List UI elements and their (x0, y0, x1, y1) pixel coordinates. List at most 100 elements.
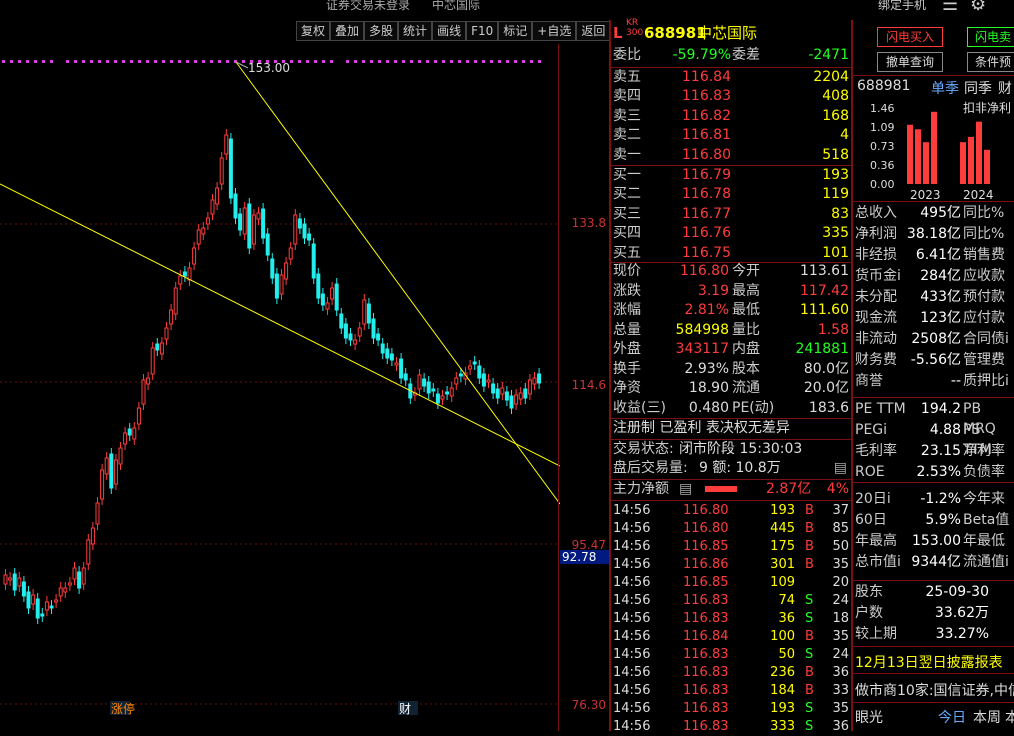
val-value: 194.2 (920, 401, 961, 417)
asks-price: 116.82 (682, 107, 731, 124)
toolbar-button-0[interactable]: 复权 (296, 21, 331, 41)
menu-icon[interactable]: ☰ (942, 0, 958, 15)
signal-dot (114, 60, 117, 63)
fin-value: 6.41亿 (915, 247, 961, 263)
candle-body (261, 208, 266, 239)
toolbar-button-6[interactable]: 标记 (498, 21, 533, 41)
tick-count: 36 (832, 719, 849, 734)
candle-body (394, 362, 399, 366)
candle-body (357, 327, 362, 337)
asks-label: 卖一 (613, 146, 641, 163)
signal-dot (178, 60, 181, 63)
fin-label: 非经损 (855, 247, 897, 263)
candle-body (104, 457, 109, 475)
bids-label: 买一 (613, 167, 641, 183)
login-status[interactable]: 证券交易未登录 (326, 0, 410, 13)
tick-row: 14:56 116.83 50 S 24 (611, 646, 851, 664)
tick-count: 18 (832, 611, 849, 626)
window-title: 中芯国际 (432, 0, 481, 12)
signal-dot (74, 60, 77, 63)
y-tick-label: 114.6 (571, 378, 606, 392)
toolbar-button-3[interactable]: 统计 (398, 21, 433, 41)
signal-dot (162, 60, 165, 63)
tick-volume: 333 (770, 719, 795, 734)
tick-time: 14:56 (613, 701, 651, 716)
tick-count: 37 (832, 503, 849, 518)
tick-count: 35 (832, 701, 849, 716)
candle-body (49, 605, 54, 609)
signal-dot (322, 60, 325, 63)
asks-label: 卖三 (613, 107, 641, 124)
val-row: ROE 2.53% 负债率 (855, 462, 1013, 482)
event-marker[interactable]: 涨停 (111, 701, 135, 716)
fin-value: 433亿 (920, 289, 961, 305)
candle-body (532, 377, 537, 385)
signal-dot (218, 60, 221, 63)
quote-header: L KR 300 688981 中芯国际 (611, 18, 851, 44)
kline-chart[interactable]: 153.00 涨停 财 (0, 44, 560, 730)
tick-price: 116.83 (683, 701, 729, 716)
asks-volume: 408 (822, 88, 849, 105)
tab-finance[interactable]: 财 (998, 78, 1012, 98)
tick-volume: 184 (770, 683, 795, 698)
tab-quarter[interactable]: 单季 (931, 78, 959, 98)
signal-dot (130, 60, 133, 63)
notice-link[interactable]: 12月13日翌日披露报表 (855, 652, 1003, 672)
candle-body (537, 373, 542, 384)
signal-dot (410, 60, 413, 63)
toolbar-button-4[interactable]: 画线 (432, 21, 467, 41)
val-row: PEGi 4.88 PS TTM (855, 420, 1013, 458)
tick-time: 14:56 (613, 647, 651, 662)
candle-body (164, 327, 169, 340)
toolbar-button-1[interactable]: 叠加 (330, 21, 365, 41)
bids-price: 116.77 (682, 205, 731, 222)
tab-same-quarter[interactable]: 同季 (964, 78, 992, 98)
mini-y-label: 0.00 (870, 178, 895, 191)
tick-row: 14:56 116.85 109 20 (611, 574, 851, 592)
info-tags: 注册制 已盈利 表决权无差异 (611, 419, 851, 438)
fin-value: 123亿 (920, 310, 961, 326)
candle-body (353, 339, 358, 345)
candle-body (468, 365, 473, 370)
tick-count: 24 (832, 647, 849, 662)
candle-body (100, 469, 105, 500)
fin-row: 非流动 2508亿 合同债i (855, 329, 1013, 349)
asks-volume: 2204 (813, 69, 849, 85)
bids-label: 买五 (613, 244, 641, 261)
flash-buy-button[interactable]: 闪电买入 (877, 27, 943, 47)
candle-body (219, 157, 224, 185)
toolbar-button-7[interactable]: +自选 (532, 21, 577, 41)
event-marker[interactable]: 财 (399, 702, 411, 716)
candle-body (26, 591, 31, 609)
bind-phone-link[interactable]: 绑定手机 (878, 0, 926, 13)
tick-volume: 74 (778, 593, 795, 608)
list-icon[interactable]: ▤ (679, 480, 692, 499)
tab-month[interactable]: 本 (1005, 707, 1014, 727)
candle-body (339, 313, 344, 329)
candle-body (440, 395, 445, 400)
candle-body (334, 283, 339, 311)
candle-body (256, 212, 261, 220)
tick-row: 14:56 116.85 175 B 50 (611, 538, 851, 556)
cancel-query-button[interactable]: 撤单查询 (877, 52, 943, 72)
flash-sell-button[interactable]: 闪电卖 (967, 27, 1014, 47)
fin-row: 现金流 123亿 应付款 (855, 308, 1013, 328)
perf-row: 20日i -1.2% 今年来 (855, 489, 1013, 509)
fin-label-2: 销售费 (963, 247, 1005, 263)
toolbar-button-8[interactable]: 返回 (576, 21, 611, 41)
toolbar-button-5[interactable]: F10 (466, 21, 499, 41)
gear-icon[interactable]: ⚙ (970, 0, 986, 15)
condition-button[interactable]: 条件预 (967, 52, 1014, 72)
stat-value-2: 80.0亿 (803, 360, 849, 377)
tab-today[interactable]: 今日 (938, 707, 966, 727)
chart-toolbar: 复权 叠加 多股 统计 画线 F10 标记 +自选 返回 (296, 21, 611, 41)
tick-time: 14:56 (613, 575, 651, 590)
toolbar-button-2[interactable]: 多股 (364, 21, 399, 41)
main-flow-row: 主力净额 ▤ 2.87亿 4% (611, 480, 851, 499)
tab-week[interactable]: 本周 (973, 707, 1001, 727)
tick-row: 14:56 116.80 445 B 85 (611, 520, 851, 538)
asks-price: 116.83 (682, 88, 731, 105)
trade-status-value: 闭市阶段 15:30:03 (679, 441, 803, 457)
fin-value: 284亿 (920, 268, 961, 284)
list-icon[interactable]: ▤ (834, 459, 847, 478)
